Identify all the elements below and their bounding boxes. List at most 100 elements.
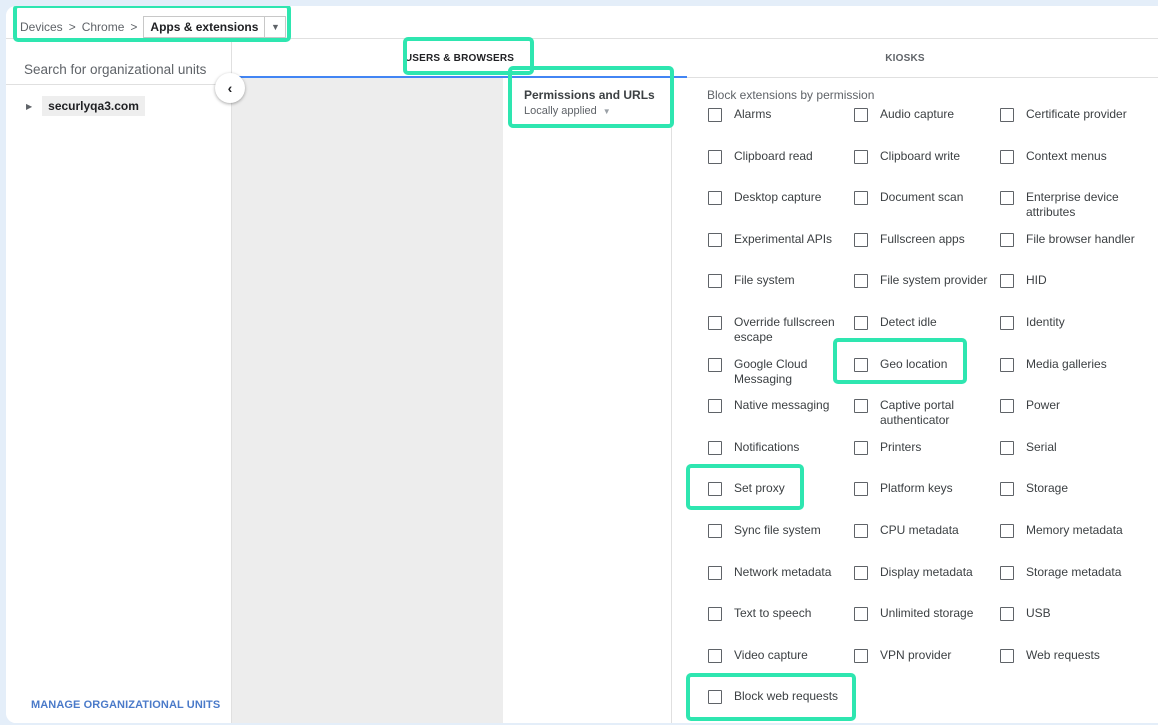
- checkbox[interactable]: [708, 524, 722, 538]
- permission-checkbox-item[interactable]: Storage metadata: [1000, 565, 1138, 580]
- checkbox[interactable]: [708, 191, 722, 206]
- tab-kiosks[interactable]: KIOSKS: [687, 39, 1123, 77]
- permission-checkbox-item[interactable]: Certificate provider: [1000, 107, 1138, 122]
- permission-checkbox-item[interactable]: HID: [1000, 273, 1138, 289]
- checkbox[interactable]: [708, 357, 722, 372]
- checkbox[interactable]: [1000, 648, 1014, 663]
- checkbox[interactable]: [708, 399, 722, 414]
- checkbox[interactable]: [708, 565, 722, 580]
- checkbox[interactable]: [708, 607, 722, 622]
- permission-checkbox-item[interactable]: Enterprise device attributes: [1000, 190, 1138, 220]
- permission-checkbox-item[interactable]: Set proxy: [708, 481, 846, 497]
- permission-label: Storage: [1026, 481, 1069, 496]
- checkbox[interactable]: [854, 607, 868, 622]
- checkbox[interactable]: [854, 191, 868, 206]
- checkbox[interactable]: [708, 482, 722, 497]
- checkbox[interactable]: [854, 357, 868, 372]
- inheritance-dropdown[interactable]: Locally applied ▼: [524, 105, 655, 117]
- checkbox[interactable]: [854, 316, 868, 330]
- breadcrumb-devices[interactable]: Devices: [20, 20, 63, 34]
- caret-down-icon[interactable]: ▼: [264, 17, 285, 37]
- permission-checkbox-item[interactable]: Platform keys: [854, 481, 992, 497]
- checkbox[interactable]: [708, 232, 722, 247]
- checkbox[interactable]: [854, 274, 868, 289]
- checkbox[interactable]: [708, 108, 722, 122]
- permission-checkbox-item[interactable]: File system provider: [854, 273, 992, 289]
- permission-checkbox-item[interactable]: Serial: [1000, 440, 1138, 455]
- permission-checkbox-item[interactable]: Desktop capture: [708, 190, 846, 206]
- permission-checkbox-item[interactable]: Sync file system: [708, 523, 846, 538]
- checkbox[interactable]: [1000, 357, 1014, 372]
- checkbox[interactable]: [708, 274, 722, 289]
- org-tree-item[interactable]: ▶ securlyqa3.com: [26, 96, 145, 116]
- org-search-input[interactable]: Search for organizational units: [24, 62, 206, 77]
- checkbox[interactable]: [1000, 399, 1014, 414]
- permission-checkbox-item[interactable]: USB: [1000, 606, 1138, 622]
- permission-checkbox-item[interactable]: Clipboard read: [708, 149, 846, 164]
- permission-checkbox-item[interactable]: Text to speech: [708, 606, 846, 622]
- permission-checkbox-item[interactable]: Unlimited storage: [854, 606, 992, 622]
- collapse-panel-button[interactable]: ‹: [215, 73, 245, 103]
- checkbox[interactable]: [854, 482, 868, 497]
- permission-checkbox-item[interactable]: Storage: [1000, 481, 1138, 497]
- checkbox[interactable]: [1000, 191, 1014, 206]
- checkbox[interactable]: [854, 565, 868, 580]
- manage-org-units-link[interactable]: MANAGE ORGANIZATIONAL UNITS: [31, 699, 220, 711]
- expand-arrow-icon[interactable]: ▶: [26, 102, 32, 111]
- permission-checkbox-item[interactable]: Fullscreen apps: [854, 232, 992, 247]
- permission-checkbox-item[interactable]: Media galleries: [1000, 357, 1138, 372]
- permission-checkbox-item[interactable]: VPN provider: [854, 648, 992, 663]
- permission-checkbox-item[interactable]: Experimental APIs: [708, 232, 846, 247]
- checkbox[interactable]: [854, 524, 868, 538]
- permission-checkbox-item[interactable]: Detect idle: [854, 315, 992, 330]
- permission-checkbox-item[interactable]: Block web requests: [708, 689, 846, 705]
- permission-checkbox-item[interactable]: Network metadata: [708, 565, 846, 580]
- checkbox[interactable]: [708, 440, 722, 455]
- permission-checkbox-item[interactable]: Printers: [854, 440, 992, 455]
- checkbox[interactable]: [1000, 108, 1014, 122]
- permission-checkbox-item[interactable]: Document scan: [854, 190, 992, 206]
- checkbox[interactable]: [1000, 607, 1014, 622]
- permission-checkbox-item[interactable]: CPU metadata: [854, 523, 992, 538]
- permission-checkbox-item[interactable]: Web requests: [1000, 648, 1138, 663]
- permission-checkbox-item[interactable]: File browser handler: [1000, 232, 1138, 247]
- permission-checkbox-item[interactable]: Memory metadata: [1000, 523, 1138, 538]
- checkbox[interactable]: [854, 440, 868, 455]
- permission-checkbox-item[interactable]: Notifications: [708, 440, 846, 455]
- permission-checkbox-item[interactable]: Captive portal authenticator: [854, 398, 992, 428]
- checkbox[interactable]: [854, 149, 868, 164]
- checkbox[interactable]: [1000, 316, 1014, 330]
- permission-checkbox-item[interactable]: Geo location: [854, 357, 992, 372]
- permission-checkbox-item[interactable]: Native messaging: [708, 398, 846, 414]
- checkbox[interactable]: [708, 648, 722, 663]
- checkbox[interactable]: [708, 149, 722, 164]
- checkbox[interactable]: [1000, 232, 1014, 247]
- permission-checkbox-item[interactable]: Identity: [1000, 315, 1138, 330]
- checkbox[interactable]: [854, 232, 868, 247]
- checkbox[interactable]: [1000, 440, 1014, 455]
- permission-checkbox-item[interactable]: Context menus: [1000, 149, 1138, 164]
- permission-checkbox-item[interactable]: Clipboard write: [854, 149, 992, 164]
- permission-checkbox-item[interactable]: Video capture: [708, 648, 846, 663]
- checkbox[interactable]: [854, 648, 868, 663]
- permission-checkbox-item[interactable]: Audio capture: [854, 107, 992, 122]
- permission-checkbox-item[interactable]: Override fullscreen escape: [708, 315, 846, 345]
- permission-checkbox-item[interactable]: Alarms: [708, 107, 846, 122]
- checkbox[interactable]: [1000, 149, 1014, 164]
- permission-checkbox-item[interactable]: Display metadata: [854, 565, 992, 580]
- tab-users-browsers[interactable]: USERS & BROWSERS: [232, 39, 687, 78]
- checkbox[interactable]: [708, 316, 722, 330]
- checkbox[interactable]: [1000, 274, 1014, 289]
- checkbox[interactable]: [1000, 565, 1014, 580]
- org-unit-label[interactable]: securlyqa3.com: [42, 96, 145, 116]
- checkbox[interactable]: [1000, 524, 1014, 538]
- permission-checkbox-item[interactable]: Power: [1000, 398, 1138, 414]
- permission-checkbox-item[interactable]: Google Cloud Messaging: [708, 357, 846, 387]
- checkbox[interactable]: [1000, 482, 1014, 497]
- breadcrumb-current[interactable]: Apps & extensions ▼: [143, 16, 287, 38]
- breadcrumb-chrome[interactable]: Chrome: [82, 20, 125, 34]
- permission-checkbox-item[interactable]: File system: [708, 273, 846, 289]
- checkbox[interactable]: [854, 399, 868, 414]
- checkbox[interactable]: [708, 690, 722, 705]
- checkbox[interactable]: [854, 108, 868, 122]
